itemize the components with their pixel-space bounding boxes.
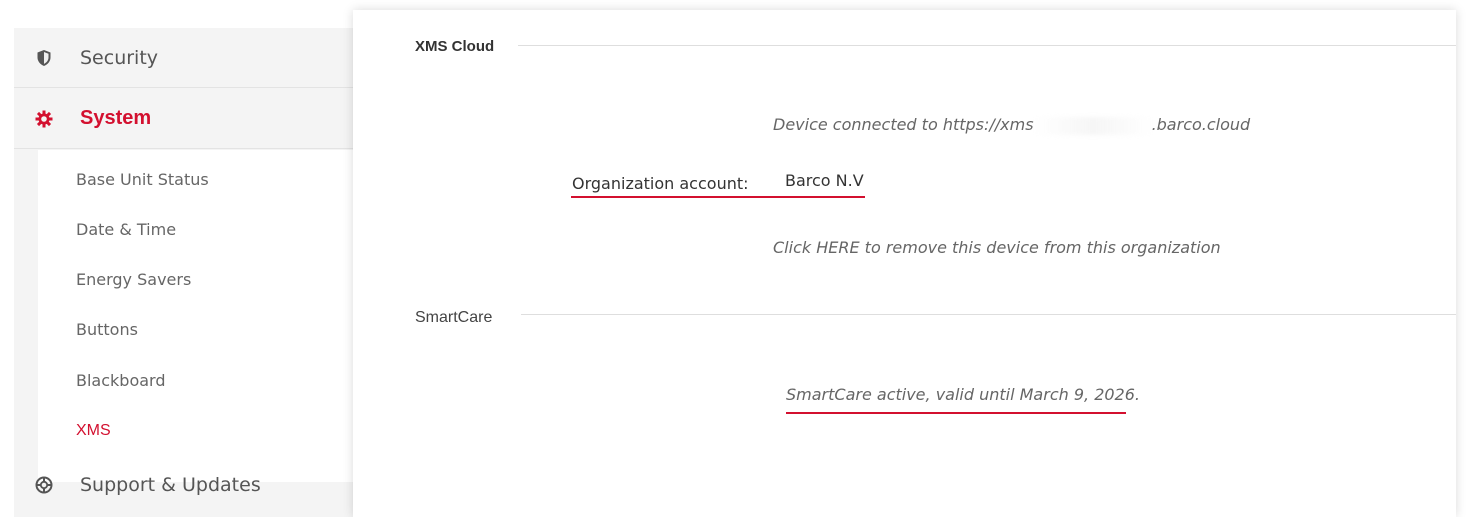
organization-highlight-underline: [571, 196, 865, 198]
sidebar-item-security[interactable]: Security: [14, 28, 353, 88]
connection-url-prefix: Device connected to https://xms: [773, 115, 1034, 134]
sidebar-item-system[interactable]: System: [14, 89, 353, 149]
main-panel: XMS Cloud Device connected to https://xm…: [353, 10, 1456, 517]
organization-account-label: Organization account:: [572, 174, 749, 193]
redacted-region: [1033, 116, 1152, 135]
smartcare-highlight-underline: [786, 412, 1126, 414]
smartcare-status: SmartCare active, valid until March 9, 2…: [786, 385, 1140, 404]
sidebar-item-label: System: [80, 107, 152, 129]
connection-url-suffix: .barco.cloud: [1151, 115, 1251, 134]
submenu-item-blackboard[interactable]: Blackboard: [76, 371, 166, 390]
submenu-item-date-time[interactable]: Date & Time: [76, 220, 176, 239]
submenu-item-energy-savers[interactable]: Energy Savers: [76, 270, 191, 289]
shield-icon: [34, 48, 54, 68]
settings-window: Security System Base Unit Status Date & …: [0, 0, 1467, 517]
xms-cloud-title: XMS Cloud: [415, 38, 495, 55]
sidebar-item-label: Support & Updates: [80, 474, 261, 496]
gear-icon: [34, 109, 54, 129]
submenu-item-base-unit-status[interactable]: Base Unit Status: [76, 170, 209, 189]
organization-account-value: Barco N.V: [785, 171, 864, 190]
remove-device-link[interactable]: Click HERE to remove this device from th…: [773, 238, 1221, 257]
submenu-item-buttons[interactable]: Buttons: [76, 320, 138, 339]
sidebar: Security System Base Unit Status Date & …: [14, 28, 353, 517]
sidebar-item-support-updates[interactable]: Support & Updates: [14, 455, 353, 515]
sidebar-item-label: Security: [80, 46, 159, 69]
lifebuoy-icon: [34, 475, 54, 495]
section-divider: [521, 314, 1456, 315]
smartcare-title: SmartCare: [415, 309, 493, 326]
section-divider: [518, 45, 1456, 46]
system-submenu: Base Unit Status Date & Time Energy Save…: [38, 150, 353, 482]
connection-status: Device connected to https://xms .barco.cl…: [773, 115, 1250, 135]
submenu-item-xms[interactable]: XMS: [76, 422, 111, 440]
